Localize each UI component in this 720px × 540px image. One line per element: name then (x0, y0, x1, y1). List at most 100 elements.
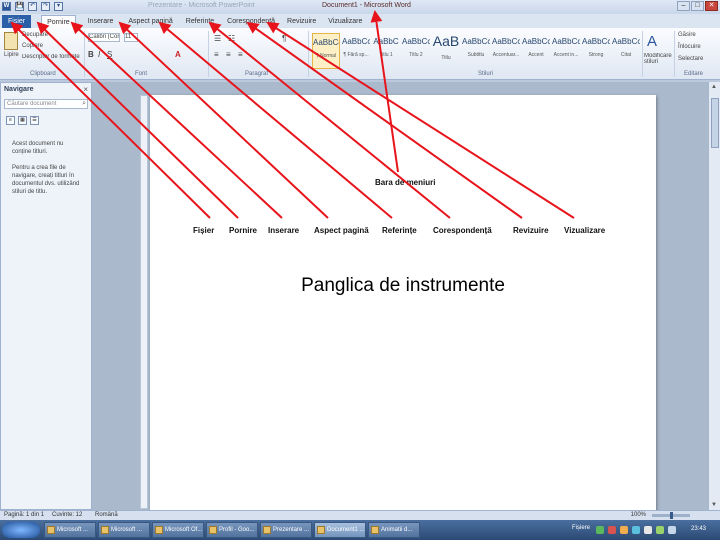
close-button[interactable]: ✕ (705, 1, 718, 11)
scrollbar-thumb[interactable] (711, 98, 719, 148)
tray-app-icon[interactable] (596, 526, 604, 534)
navigation-view-tabs: ≡ ▦ ☰ (6, 116, 39, 125)
bullets-icon[interactable]: ☰ (214, 34, 221, 43)
language-indicator[interactable]: Română (95, 512, 118, 518)
tab-mailings[interactable]: Corespondență (227, 15, 275, 28)
taskbar-button[interactable]: Prezentare ... (260, 522, 312, 538)
background-window-title: Prezentare - Microsoft PowerPoint (148, 2, 255, 9)
taskbar-button[interactable]: Document1 ... (314, 522, 366, 538)
tab-page-layout[interactable]: Aspect pagină (128, 15, 172, 28)
customize-toolbar-icon[interactable]: ▾ (54, 2, 63, 11)
align-left-icon[interactable]: ≡ (214, 50, 219, 59)
style-item[interactable]: AaBbCcDc Accent (522, 33, 550, 69)
page-heading: Panglica de instrumente (301, 275, 505, 296)
zoom-slider-thumb[interactable] (670, 512, 673, 519)
taskbar-button[interactable]: Profil - Goo... (206, 522, 258, 538)
redo-icon[interactable]: ↷ (41, 2, 50, 11)
results-view-icon[interactable]: ☰ (30, 116, 39, 125)
style-item[interactable]: AaBbCc Titlu 2 (402, 33, 430, 69)
style-item[interactable]: AaBbCcDc ¶ Fără sp... (342, 33, 370, 69)
align-center-icon[interactable]: ≡ (226, 50, 231, 59)
style-item[interactable]: AaBbCcDc Strong (582, 33, 610, 69)
start-button[interactable] (2, 522, 40, 538)
scroll-down-icon[interactable]: ▼ (711, 502, 717, 508)
style-item[interactable]: AaBbCcDc Accentuar... (492, 33, 520, 69)
italic-icon[interactable]: I (98, 50, 100, 59)
style-item[interactable]: AaBbCcDc Citat (612, 33, 640, 69)
tray-app-icon[interactable] (632, 526, 640, 534)
taskbar: Microsoft ... Microsoft ... Microsoft Of..… (0, 520, 720, 540)
copy-button[interactable]: Copiere (22, 43, 43, 49)
tray-label[interactable]: Fișiere (572, 525, 590, 531)
font-color-icon[interactable]: A (175, 50, 181, 59)
undo-icon[interactable]: ↶ (28, 2, 37, 11)
clock[interactable]: 23:43 (691, 526, 706, 532)
tray-app-icon[interactable] (608, 526, 616, 534)
app-icon (263, 526, 271, 534)
style-item[interactable]: AaBbCcDc ¶ Normal (312, 33, 340, 69)
tab-file[interactable]: Fișier (2, 14, 32, 28)
tray-app-icon[interactable] (620, 526, 628, 534)
scroll-up-icon[interactable]: ▲ (711, 84, 717, 90)
network-icon[interactable] (656, 526, 664, 534)
font-size-select[interactable]: 11 (124, 33, 138, 42)
headings-view-icon[interactable]: ≡ (6, 116, 15, 125)
document-page[interactable]: Panglica de instrumente (150, 95, 656, 515)
change-styles-icon[interactable]: A (647, 33, 657, 50)
minimize-button[interactable]: – (677, 1, 690, 11)
tab-insert[interactable]: Inserare (88, 15, 114, 28)
pages-view-icon[interactable]: ▦ (18, 116, 27, 125)
style-sample: AaBbCcDc (342, 37, 370, 46)
zoom-slider[interactable] (652, 512, 690, 519)
volume-icon[interactable] (668, 526, 676, 534)
tab-review[interactable]: Revizuire (287, 15, 316, 28)
vertical-ruler (140, 95, 148, 509)
paste-icon[interactable] (4, 32, 18, 50)
taskbar-button[interactable]: Microsoft ... (98, 522, 150, 538)
font-family-select[interactable]: Calibri (Corp) (88, 33, 120, 42)
bold-icon[interactable]: B (88, 50, 94, 59)
taskbar-button[interactable]: Microsoft ... (44, 522, 96, 538)
replace-button[interactable]: Înlocuire (678, 44, 701, 50)
tray-app-icon[interactable] (644, 526, 652, 534)
cut-button[interactable]: Decupare (22, 32, 48, 38)
show-marks-icon[interactable]: ¶ (282, 34, 286, 43)
taskbar-button-label: Document1 ... (327, 527, 365, 533)
align-right-icon[interactable]: ≡ (238, 50, 243, 59)
style-item[interactable]: AaBbC Titlu 1 (372, 33, 400, 69)
vertical-scrollbar[interactable]: ▲ ▼ (708, 82, 720, 510)
underline-icon[interactable]: S (107, 50, 112, 59)
tab-references[interactable]: Referințe (186, 15, 214, 28)
taskbar-button-label: Microsoft ... (111, 527, 143, 533)
select-button[interactable]: Selectare (678, 56, 703, 62)
paste-button[interactable]: Lipire (4, 52, 19, 58)
tab-view[interactable]: Vizualizare (328, 15, 362, 28)
create-headings-hint: Pentru a crea file de navigare, creați t… (12, 165, 80, 195)
style-sample: AaBbC (373, 37, 399, 46)
find-button[interactable]: Găsire (678, 32, 696, 38)
taskbar-button-label: Microsoft Of... (165, 527, 203, 533)
change-styles-button[interactable]: Modificare stiluri (644, 53, 674, 65)
zoom-level[interactable]: 100% (631, 512, 646, 518)
page-count[interactable]: Pagină: 1 din 1 (4, 512, 44, 518)
style-name: Accent in... (553, 52, 579, 58)
style-item[interactable]: AaBbCcI Subtitlu (462, 33, 490, 69)
save-icon[interactable]: 💾 (15, 2, 24, 11)
maximize-button[interactable]: □ (691, 1, 704, 11)
taskbar-button[interactable]: Animatii d... (368, 522, 420, 538)
taskbar-button[interactable]: Microsoft Of... (152, 522, 204, 538)
style-item[interactable]: AaB Titlu (432, 33, 460, 69)
group-divider (84, 31, 85, 77)
search-icon[interactable]: ⌕ (82, 100, 86, 108)
style-name: Titlu 2 (409, 52, 423, 58)
group-divider (642, 31, 643, 77)
style-name: Accent (528, 52, 544, 58)
word-count[interactable]: Cuvinte: 12 (52, 512, 82, 518)
search-document-input[interactable]: Căutare document ⌕ (4, 99, 88, 109)
numbering-icon[interactable]: ☷ (228, 34, 235, 43)
close-icon[interactable]: × (83, 85, 88, 94)
format-painter-button[interactable]: Descriptor de formate (22, 54, 80, 60)
tab-home[interactable]: Pornire (41, 14, 76, 28)
style-sample: AaBbCcI (462, 37, 490, 46)
style-item[interactable]: AaBbCcDc Accent in... (552, 33, 580, 69)
